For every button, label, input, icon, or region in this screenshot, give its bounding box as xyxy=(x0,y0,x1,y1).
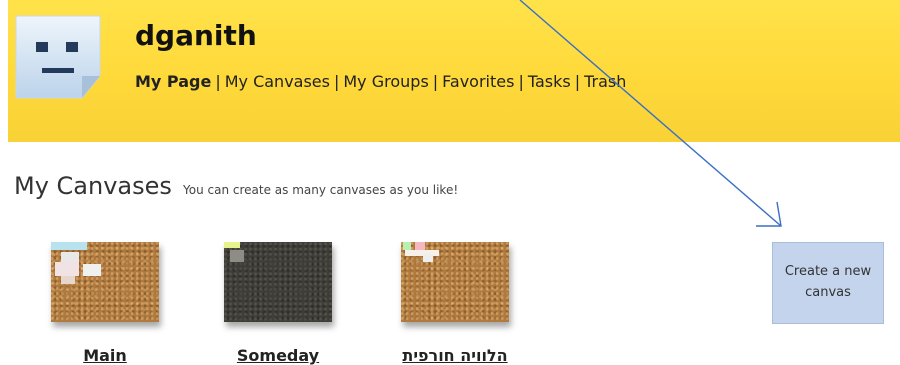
section-heading: My Canvases You can create as many canva… xyxy=(14,172,458,200)
avatar-icon xyxy=(12,14,107,100)
canvas-item-someday[interactable]: Someday xyxy=(213,242,343,365)
sticky-note xyxy=(224,242,240,248)
nav-separator: | xyxy=(518,72,524,91)
sticky-note xyxy=(403,242,411,250)
create-button-line1: Create a new xyxy=(784,264,872,280)
nav-my-page[interactable]: My Page xyxy=(135,72,211,91)
nav-trash[interactable]: Trash xyxy=(584,72,626,91)
canvas-thumbnail[interactable] xyxy=(401,242,509,322)
nav-favorites[interactable]: Favorites xyxy=(442,72,514,91)
create-canvas-button[interactable]: Create a new canvas xyxy=(772,242,884,324)
username-title: dganith xyxy=(135,19,257,52)
sticky-note xyxy=(415,242,425,250)
sticky-note xyxy=(423,254,433,262)
section-title: My Canvases xyxy=(14,172,172,200)
canvas-item-hebrew[interactable]: הלוויה חורפית xyxy=(390,242,520,365)
nav-tasks[interactable]: Tasks xyxy=(528,72,571,91)
sticky-note xyxy=(405,250,439,256)
sticky-note xyxy=(230,250,244,262)
canvas-item-main[interactable]: Main xyxy=(40,242,170,365)
nav-separator: | xyxy=(574,72,581,91)
nav-my-canvases[interactable]: My Canvases xyxy=(225,72,330,91)
sticky-note xyxy=(83,264,101,276)
nav-separator: | xyxy=(215,72,221,91)
canvas-thumbnail[interactable] xyxy=(51,242,159,322)
nav-my-groups[interactable]: My Groups xyxy=(343,72,428,91)
sticky-note xyxy=(55,262,79,276)
nav-separator: | xyxy=(333,72,340,91)
create-button-line2: canvas xyxy=(805,285,851,300)
sticky-note xyxy=(61,252,79,262)
nav-separator: | xyxy=(432,72,439,91)
sticky-note xyxy=(51,242,87,250)
sticky-note xyxy=(61,276,75,284)
profile-nav: My Page | My Canvases | My Groups | Favorites |… xyxy=(135,72,626,91)
section-subtitle: You can create as many canvases as you l… xyxy=(183,183,459,197)
canvas-thumbnail[interactable] xyxy=(224,242,332,322)
profile-header: dganith My Page | My Canvases | My Groups | Fa… xyxy=(8,0,900,142)
